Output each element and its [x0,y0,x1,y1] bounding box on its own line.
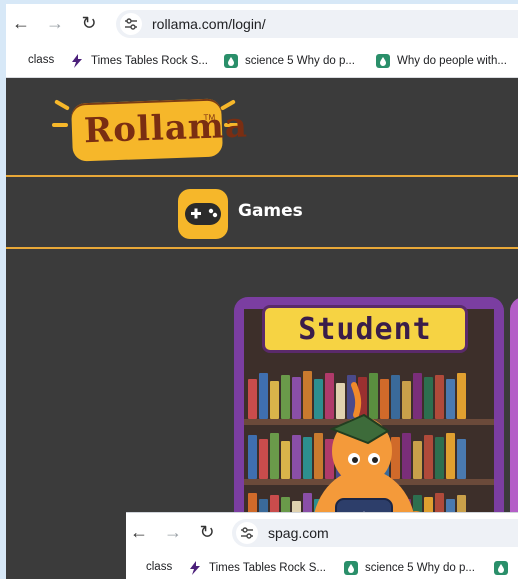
bookmark-label: class [28,54,55,66]
logo-text: Rollama [83,105,249,152]
address-bar[interactable]: spag.com [232,519,518,547]
tune-icon [241,527,253,539]
site-info-button[interactable] [236,522,258,544]
bookmark-times-tables[interactable]: Times Tables Rock S... [188,561,326,575]
reload-button[interactable]: ↻ [196,521,218,543]
tune-icon [125,18,137,30]
gamepad-icon [185,203,221,225]
bookmarks-bar: class Times Tables Rock S... science 5 W… [126,551,518,579]
reload-button[interactable]: ↻ [78,12,100,34]
address-bar[interactable]: rollama.com/login/ [116,10,518,38]
rollama-page: Rollama TM Games Student [6,79,518,579]
games-nav-button[interactable] [178,189,228,239]
bookmark-science[interactable]: science 5 Why do p... [344,561,475,575]
url-text: rollama.com/login/ [152,16,266,32]
second-browser-window: ← → ↻ spag.com class Times Tables Rock S… [126,512,518,579]
logo-spark [52,123,68,127]
logo-spark [54,99,70,111]
bookmark-label: Why do people with... [397,55,507,67]
student-card-banner: Student [262,305,468,353]
bookmark-class[interactable]: class [28,54,54,66]
logo-trademark: TM [203,112,216,123]
forward-arrow-icon: → [164,521,182,542]
reload-icon: ↻ [81,12,97,33]
bookmark-partial[interactable] [494,561,515,575]
browser-toolbar: ← → ↻ rollama.com/login/ [6,4,518,44]
back-button[interactable]: ← [128,521,150,543]
bookmark-times-tables[interactable]: Times Tables Rock S... [70,54,208,68]
bookmarks-bar: class Times Tables Rock S... science 5 W… [6,44,518,78]
student-card-title: Student [298,311,432,347]
bookmark-label: class [146,561,173,573]
back-button[interactable]: ← [10,12,32,34]
bookmark-label: Times Tables Rock S... [91,55,208,67]
bookmark-science[interactable]: science 5 Why do p... [224,54,355,68]
forward-button[interactable]: → [44,12,66,34]
nav-divider-bottom [6,247,518,249]
drop-icon [376,54,390,68]
browser-window: ← → ↻ rollama.com/login/ class Times Tab… [6,4,518,579]
bookmark-label: Times Tables Rock S... [209,562,326,574]
site-info-button[interactable] [120,13,142,35]
back-arrow-icon: ← [12,12,30,33]
bookmark-label: science 5 Why do p... [245,55,355,67]
rollama-logo[interactable]: Rollama TM [71,98,248,162]
forward-button[interactable]: → [162,521,184,543]
reload-icon: ↻ [199,521,215,542]
back-arrow-icon: ← [130,521,148,542]
drop-icon [344,561,358,575]
drop-icon [224,54,238,68]
forward-arrow-icon: → [46,12,64,33]
drop-icon [494,561,508,575]
lightning-icon [70,54,84,68]
url-text: spag.com [268,525,329,541]
lightning-icon [188,561,202,575]
games-nav-label[interactable]: Games [238,201,303,221]
bookmark-label: science 5 Why do p... [365,562,475,574]
bookmark-why-people[interactable]: Why do people with... [376,54,507,68]
nav-divider-top [6,175,518,177]
bookmark-class[interactable]: class [146,561,172,573]
